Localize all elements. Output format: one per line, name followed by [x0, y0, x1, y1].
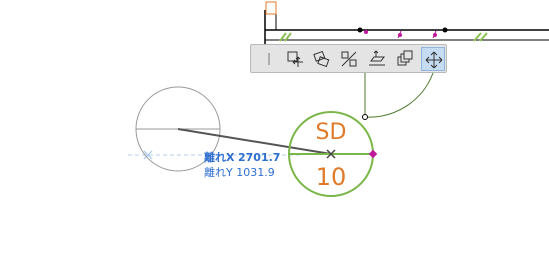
wall-top-right [360, 29, 549, 42]
mirror-icon [341, 51, 357, 67]
rotate-copy-icon [313, 50, 330, 68]
drag-copy-icon [287, 51, 303, 67]
move-icon [425, 51, 443, 69]
marker-hotspot [368, 149, 378, 159]
tracker-dx-value[interactable]: 2701.7 [238, 151, 280, 164]
multiply-button[interactable] [393, 47, 417, 71]
drawing-canvas[interactable] [0, 0, 549, 263]
wall-nodes[interactable] [357, 27, 448, 39]
wall-top-left [264, 1, 360, 44]
tracker-dx-row: 離れX 2701.7 [204, 150, 280, 165]
coordinate-tracker: 離れX 2701.7 離れY 1031.9 [204, 150, 280, 180]
rotate-copy-button[interactable] [309, 47, 333, 71]
tracker-dy-value[interactable]: 1031.9 [236, 166, 275, 179]
pet-separator [257, 47, 281, 71]
pet-palette [250, 44, 447, 73]
move-button[interactable] [421, 47, 445, 71]
tracker-dy-label: 離れY [204, 166, 233, 179]
drag-copy-button[interactable] [283, 47, 307, 71]
elevate-button[interactable] [365, 47, 389, 71]
multiply-icon [397, 50, 413, 66]
marker-bottom-text: 10 [315, 163, 347, 191]
tracker-dx-label: 離れX [204, 151, 235, 164]
door-swing [362, 72, 434, 120]
elevate-icon [369, 50, 385, 66]
mirror-button[interactable] [337, 47, 361, 71]
tracker-dy-row: 離れY 1031.9 [204, 165, 280, 180]
marker-top-text: SD [315, 120, 347, 145]
